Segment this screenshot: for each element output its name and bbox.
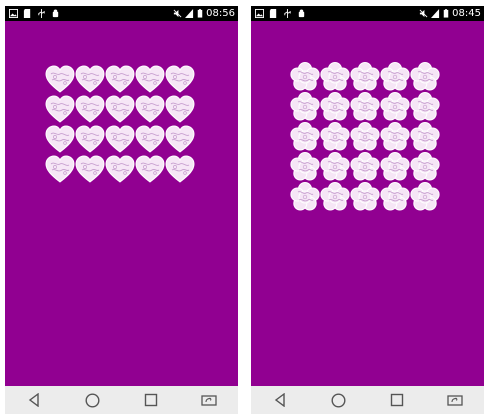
heart-tile (75, 155, 105, 185)
rotate-button[interactable] (445, 390, 465, 410)
heart-tile (45, 95, 75, 125)
wallpaper-area (251, 21, 484, 386)
flower-tile (410, 92, 440, 122)
flower-tile (350, 92, 380, 122)
battery-icon (443, 9, 449, 18)
flower-tile (290, 152, 320, 182)
flower-tile (350, 62, 380, 92)
home-button[interactable] (82, 390, 102, 410)
status-bar: 08:56 (5, 6, 238, 21)
tile-grid (45, 65, 195, 185)
flower-tile (380, 122, 410, 152)
flower-tile (410, 152, 440, 182)
flower-tile (320, 152, 350, 182)
android-debug-icon (298, 9, 305, 18)
sd-card-icon (269, 9, 277, 18)
usb-icon (38, 9, 45, 18)
recents-icon (144, 393, 157, 407)
flower-tile (320, 182, 350, 212)
flower-tile (380, 62, 410, 92)
recents-button[interactable] (387, 390, 407, 410)
flower-tile (350, 182, 380, 212)
status-bar: 08:45 (251, 6, 484, 21)
sd-card-icon (23, 9, 31, 18)
flower-tile (380, 92, 410, 122)
heart-tile (135, 65, 165, 95)
flower-tile (410, 62, 440, 92)
heart-tile (135, 125, 165, 155)
image-icon (255, 9, 264, 18)
rotate-screen-icon (447, 395, 463, 406)
heart-tile (75, 65, 105, 95)
heart-tile (135, 95, 165, 125)
phone-screen-left: 08:56 (5, 6, 238, 414)
back-button[interactable] (24, 390, 44, 410)
recents-button[interactable] (141, 390, 161, 410)
back-icon (28, 393, 39, 407)
heart-tile (105, 65, 135, 95)
flower-tile (380, 152, 410, 182)
heart-tile (165, 125, 195, 155)
rotate-screen-icon (201, 395, 217, 406)
image-icon (9, 9, 18, 18)
android-debug-icon (52, 9, 59, 18)
heart-tile (45, 65, 75, 95)
heart-tile (105, 125, 135, 155)
back-button[interactable] (270, 390, 290, 410)
flower-tile (350, 152, 380, 182)
heart-tile (105, 155, 135, 185)
usb-icon (284, 9, 291, 18)
signal-icon (185, 9, 194, 18)
flower-tile (380, 182, 410, 212)
home-icon (331, 392, 346, 408)
tile-grid (290, 62, 440, 212)
flower-tile (320, 92, 350, 122)
home-icon (85, 392, 100, 408)
flower-tile (320, 62, 350, 92)
heart-tile (165, 95, 195, 125)
heart-tile (135, 155, 165, 185)
flower-tile (290, 122, 320, 152)
mute-icon (173, 9, 182, 18)
heart-tile (45, 155, 75, 185)
clock-time: 08:56 (206, 8, 235, 19)
recents-icon (390, 393, 403, 407)
back-icon (274, 393, 285, 407)
signal-icon (431, 9, 440, 18)
heart-tile (165, 155, 195, 185)
flower-tile (350, 122, 380, 152)
navigation-bar (251, 386, 484, 414)
heart-tile (165, 65, 195, 95)
home-button[interactable] (328, 390, 348, 410)
wallpaper-area (5, 21, 238, 386)
heart-tile (105, 95, 135, 125)
heart-tile (45, 125, 75, 155)
clock-time: 08:45 (452, 8, 481, 19)
flower-tile (320, 122, 350, 152)
flower-tile (290, 92, 320, 122)
phone-screen-right: 08:45 (251, 6, 484, 414)
navigation-bar (5, 386, 238, 414)
heart-tile (75, 95, 105, 125)
flower-tile (290, 62, 320, 92)
flower-tile (410, 122, 440, 152)
heart-tile (75, 125, 105, 155)
rotate-button[interactable] (199, 390, 219, 410)
flower-tile (410, 182, 440, 212)
flower-tile (290, 182, 320, 212)
battery-icon (197, 9, 203, 18)
mute-icon (419, 9, 428, 18)
